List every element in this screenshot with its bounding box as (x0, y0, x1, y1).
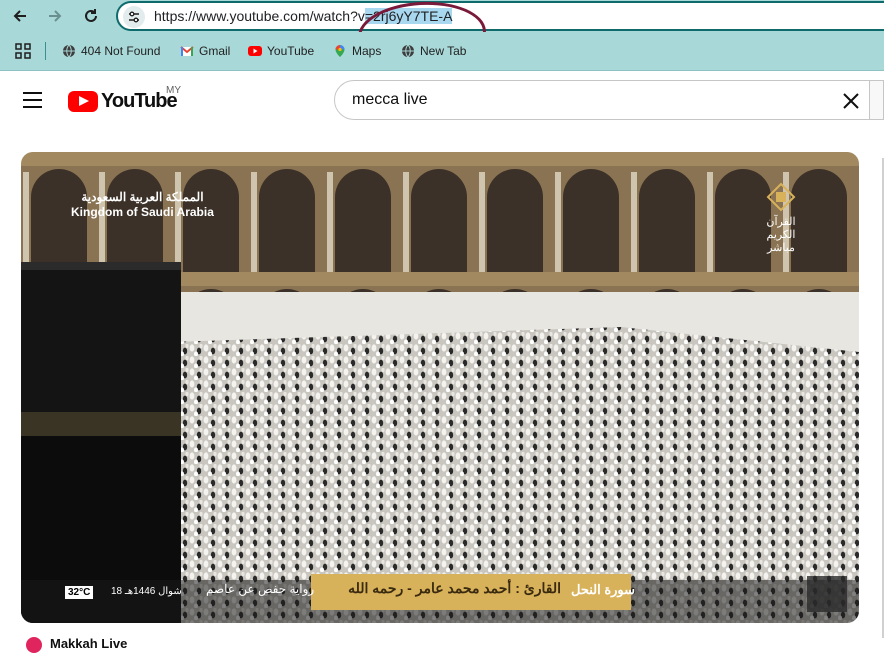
surah-label: سورة النحل (571, 582, 636, 597)
globe-icon (402, 44, 414, 58)
address-bar[interactable]: https://www.youtube.com/watch?v=2rj6yY7T… (116, 1, 884, 31)
back-button[interactable] (8, 4, 32, 28)
youtube-logo[interactable]: YouTube (68, 90, 178, 113)
video-frame (21, 152, 859, 623)
bookmark-404[interactable]: 404 Not Found (62, 42, 160, 60)
tune-icon (129, 11, 139, 23)
reload-icon (85, 9, 97, 22)
bookmark-gmail[interactable]: Gmail (180, 42, 230, 60)
quran-live-badge: القرآن الكريم مباشر (751, 182, 811, 255)
apps-grid-icon (15, 43, 31, 59)
site-info-button[interactable] (123, 6, 145, 28)
globe-icon (63, 44, 75, 58)
hijri-date: 18 شوال 1446هـ (111, 586, 182, 597)
bookmarks-divider (45, 42, 46, 60)
live-label: مباشر (767, 242, 795, 254)
maps-pin-icon (335, 45, 345, 57)
quran-label: القرآن الكريم (766, 216, 796, 241)
search-input[interactable]: mecca live (334, 80, 870, 120)
quran-emblem-icon (766, 182, 796, 212)
url-prefix: https://www.youtube.com/watch?v (154, 8, 365, 24)
bookmark-label: Gmail (199, 44, 231, 58)
browser-toolbar: https://www.youtube.com/watch?v=2rj6yY7T… (0, 0, 884, 70)
forward-button[interactable] (43, 4, 67, 28)
video-title[interactable]: Makkah Live (50, 636, 127, 651)
watermark-arabic: المملكة العربية السعودية (81, 190, 204, 204)
gmail-icon (180, 46, 194, 56)
reciter-label: القارئ : أحمد محمد عامر - رحمه الله (348, 580, 561, 596)
temperature-badge: 32°C (65, 586, 94, 599)
close-icon[interactable] (840, 90, 862, 112)
bookmark-label: New Tab (420, 44, 467, 58)
search-query: mecca live (352, 91, 428, 108)
search-button[interactable] (870, 80, 884, 120)
bookmark-maps[interactable]: Maps (333, 42, 381, 60)
narration-label: رواية حفص عن عاصم (206, 582, 315, 596)
arrow-right-icon (49, 10, 62, 22)
bookmark-label: YouTube (267, 44, 315, 58)
reload-button[interactable] (79, 4, 103, 28)
bookmark-label: Maps (352, 44, 382, 58)
video-player[interactable]: المملكة العربية السعودية Kingdom of Saud… (21, 152, 859, 623)
bookmark-label: 404 Not Found (81, 44, 161, 58)
country-code: MY (166, 85, 181, 96)
youtube-play-icon (68, 91, 98, 112)
youtube-icon (248, 46, 262, 56)
channel-logo-icon (807, 576, 847, 612)
arrow-left-icon (13, 10, 26, 22)
hamburger-menu-icon[interactable] (23, 92, 42, 108)
live-indicator-icon (26, 637, 42, 653)
apps-button[interactable] (15, 42, 31, 60)
bookmark-youtube[interactable]: YouTube (248, 42, 314, 60)
watermark-english: Kingdom of Saudi Arabia (71, 205, 214, 219)
bookmarks-bar: 404 Not Found Gmail YouTube Maps New Tab (0, 32, 884, 71)
bookmark-new-tab[interactable]: New Tab (401, 42, 466, 60)
channel-watermark: المملكة العربية السعودية Kingdom of Saud… (71, 190, 214, 220)
